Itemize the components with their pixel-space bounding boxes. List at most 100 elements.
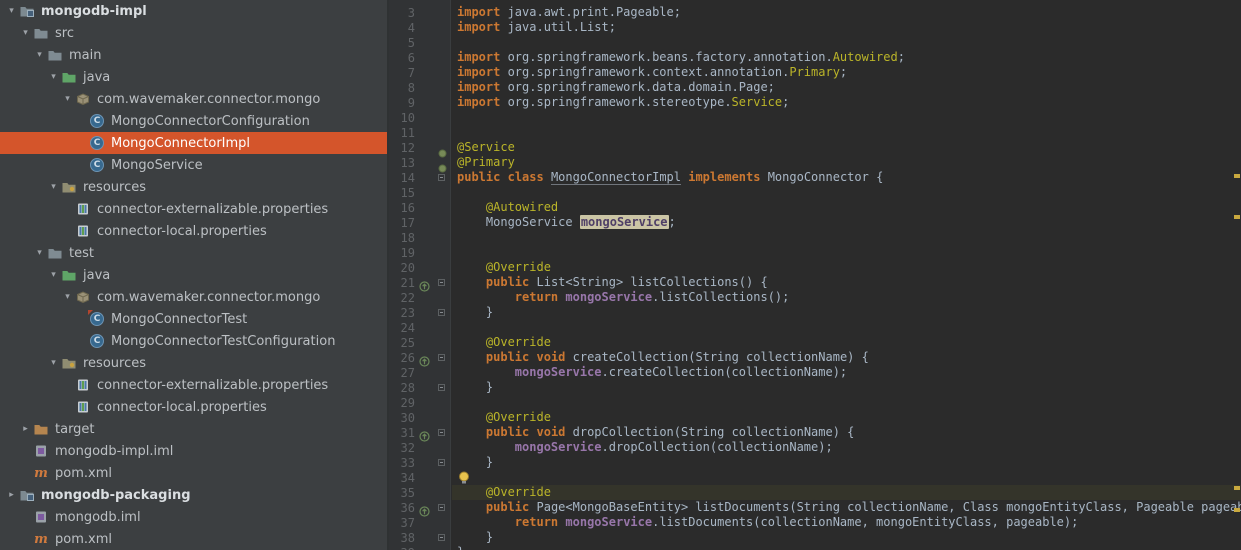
code-line[interactable]: } bbox=[452, 380, 1241, 395]
error-stripe-mark[interactable] bbox=[1234, 174, 1240, 178]
code-line[interactable]: @Autowired bbox=[452, 200, 1241, 215]
gutter-line[interactable]: 18 bbox=[389, 230, 450, 245]
overriding-method-icon[interactable] bbox=[419, 502, 430, 513]
gutter-line[interactable]: 31 bbox=[389, 425, 450, 440]
tree-item-mongodb-impl-iml[interactable]: mongodb-impl.iml bbox=[0, 440, 387, 462]
overriding-method-icon[interactable] bbox=[419, 352, 430, 363]
code-line[interactable] bbox=[452, 125, 1241, 140]
code-line[interactable] bbox=[452, 110, 1241, 125]
code-line[interactable]: MongoService mongoService; bbox=[452, 215, 1241, 230]
gutter-line[interactable]: 13 bbox=[389, 155, 450, 170]
code-line[interactable] bbox=[452, 470, 1241, 485]
fold-marker-icon[interactable] bbox=[438, 279, 445, 286]
gutter-line[interactable]: 5 bbox=[389, 35, 450, 50]
code-line[interactable] bbox=[452, 35, 1241, 50]
gutter-line[interactable]: 3 bbox=[389, 5, 450, 20]
gutter-line[interactable]: 21 bbox=[389, 275, 450, 290]
spring-bean-icon[interactable] bbox=[438, 143, 447, 152]
gutter-line[interactable]: 36 bbox=[389, 500, 450, 515]
gutter-line[interactable]: 14 bbox=[389, 170, 450, 185]
gutter-line[interactable]: 17 bbox=[389, 215, 450, 230]
code-line[interactable]: @Service bbox=[452, 140, 1241, 155]
gutter-line[interactable]: 23 bbox=[389, 305, 450, 320]
code-line[interactable] bbox=[452, 320, 1241, 335]
code-line[interactable]: } bbox=[452, 455, 1241, 470]
gutter-line[interactable]: 25 bbox=[389, 335, 450, 350]
tree-item-mongoconnectortest[interactable]: CMongoConnectorTest bbox=[0, 308, 387, 330]
code-line[interactable]: import org.springframework.context.annot… bbox=[452, 65, 1241, 80]
chevron-down-icon[interactable]: ▾ bbox=[32, 50, 47, 60]
code-line[interactable]: @Override bbox=[452, 260, 1241, 275]
tree-item-target[interactable]: ▸target bbox=[0, 418, 387, 440]
tree-item-java[interactable]: ▾java bbox=[0, 66, 387, 88]
gutter-line[interactable]: 12 bbox=[389, 140, 450, 155]
overriding-method-icon[interactable] bbox=[419, 277, 430, 288]
code-line[interactable] bbox=[452, 395, 1241, 410]
gutter-line[interactable]: 39 bbox=[389, 545, 450, 550]
chevron-down-icon[interactable]: ▾ bbox=[46, 270, 61, 280]
gutter-line[interactable]: 35 bbox=[389, 485, 450, 500]
code-line[interactable] bbox=[452, 245, 1241, 260]
code-line[interactable]: mongoService.createCollection(collection… bbox=[452, 365, 1241, 380]
tree-item-resources[interactable]: ▾resources bbox=[0, 176, 387, 198]
gutter-line[interactable]: 16 bbox=[389, 200, 450, 215]
gutter-line[interactable]: 4 bbox=[389, 20, 450, 35]
gutter-line[interactable]: 8 bbox=[389, 80, 450, 95]
gutter-line[interactable]: 33 bbox=[389, 455, 450, 470]
chevron-down-icon[interactable]: ▾ bbox=[60, 94, 75, 104]
gutter-line[interactable]: 34 bbox=[389, 470, 450, 485]
tree-item-connector-externalizable-properties[interactable]: connector-externalizable.properties bbox=[0, 374, 387, 396]
editor-pane[interactable]: 3456789101112131415161718192021222324252… bbox=[389, 0, 1241, 550]
tree-item-mongoconnectortestconfiguration[interactable]: CMongoConnectorTestConfiguration bbox=[0, 330, 387, 352]
chevron-down-icon[interactable]: ▾ bbox=[18, 28, 33, 38]
fold-marker-icon[interactable] bbox=[438, 354, 445, 361]
gutter-line[interactable]: 7 bbox=[389, 65, 450, 80]
chevron-down-icon[interactable]: ▾ bbox=[60, 292, 75, 302]
tree-item-com-wavemaker-connector-mongo[interactable]: ▾com.wavemaker.connector.mongo bbox=[0, 286, 387, 308]
fold-marker-icon[interactable] bbox=[438, 504, 445, 511]
code-line[interactable]: import org.springframework.data.domain.P… bbox=[452, 80, 1241, 95]
code-line[interactable]: import java.awt.print.Pageable; bbox=[452, 5, 1241, 20]
code-line[interactable]: public void createCollection(String coll… bbox=[452, 350, 1241, 365]
gutter-line[interactable]: 27 bbox=[389, 365, 450, 380]
code-line[interactable]: return mongoService.listDocuments(collec… bbox=[452, 515, 1241, 530]
gutter-line[interactable]: 32 bbox=[389, 440, 450, 455]
editor-gutter[interactable]: 3456789101112131415161718192021222324252… bbox=[389, 0, 451, 550]
tree-item-mongodb-iml[interactable]: mongodb.iml bbox=[0, 506, 387, 528]
fold-marker-icon[interactable] bbox=[438, 384, 445, 391]
gutter-line[interactable]: 6 bbox=[389, 50, 450, 65]
code-line[interactable] bbox=[452, 185, 1241, 200]
tree-item-mongoconnectorimpl[interactable]: CMongoConnectorImpl bbox=[0, 132, 387, 154]
error-stripe[interactable] bbox=[1233, 0, 1241, 550]
gutter-line[interactable]: 30 bbox=[389, 410, 450, 425]
tree-item-connector-externalizable-properties[interactable]: connector-externalizable.properties bbox=[0, 198, 387, 220]
tree-item-connector-local-properties[interactable]: connector-local.properties bbox=[0, 220, 387, 242]
overriding-method-icon[interactable] bbox=[419, 427, 430, 438]
gutter-line[interactable]: 20 bbox=[389, 260, 450, 275]
tree-item-src[interactable]: ▾src bbox=[0, 22, 387, 44]
fold-marker-icon[interactable] bbox=[438, 534, 445, 541]
code-line[interactable]: return mongoService.listCollections(); bbox=[452, 290, 1241, 305]
code-area[interactable]: import java.awt.print.Pageable;import ja… bbox=[452, 0, 1241, 550]
gutter-line[interactable]: 9 bbox=[389, 95, 450, 110]
gutter-line[interactable]: 28 bbox=[389, 380, 450, 395]
fold-marker-icon[interactable] bbox=[438, 459, 445, 466]
code-line[interactable]: public class MongoConnectorImpl implemen… bbox=[452, 170, 1241, 185]
chevron-down-icon[interactable]: ▾ bbox=[4, 6, 19, 16]
code-line[interactable]: @Primary bbox=[452, 155, 1241, 170]
gutter-line[interactable]: 19 bbox=[389, 245, 450, 260]
gutter-line[interactable]: 22 bbox=[389, 290, 450, 305]
code-line[interactable]: import org.springframework.stereotype.Se… bbox=[452, 95, 1241, 110]
gutter-line[interactable]: 38 bbox=[389, 530, 450, 545]
code-line[interactable]: public List<String> listCollections() { bbox=[452, 275, 1241, 290]
code-line[interactable]: @Override bbox=[452, 410, 1241, 425]
tree-item-mongodb-packaging[interactable]: ▸mongodb-packaging bbox=[0, 484, 387, 506]
code-line[interactable]: } bbox=[452, 305, 1241, 320]
gutter-line[interactable]: 26 bbox=[389, 350, 450, 365]
chevron-down-icon[interactable]: ▾ bbox=[46, 72, 61, 82]
code-line[interactable]: import org.springframework.beans.factory… bbox=[452, 50, 1241, 65]
tree-item-resources[interactable]: ▾resources bbox=[0, 352, 387, 374]
tree-item-test[interactable]: ▾test bbox=[0, 242, 387, 264]
error-stripe-mark[interactable] bbox=[1234, 508, 1240, 512]
tree-item-mongoservice[interactable]: CMongoService bbox=[0, 154, 387, 176]
